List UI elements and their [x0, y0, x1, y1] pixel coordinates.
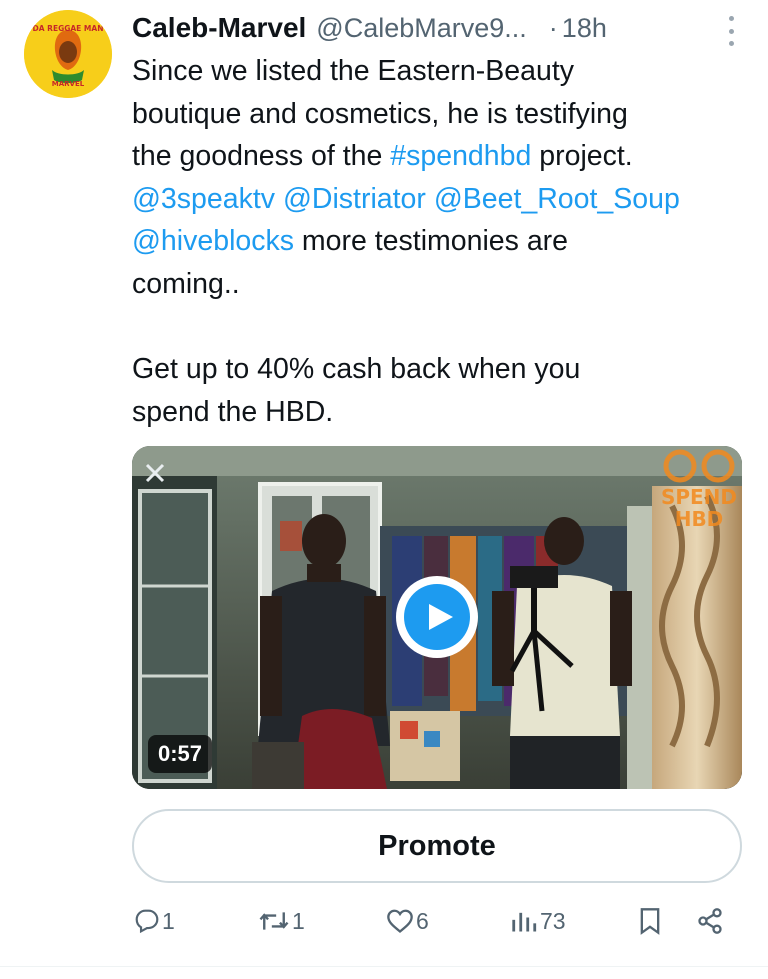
- tweet-text-segment: Since we listed the Eastern-Beauty: [132, 55, 574, 87]
- avatar-bottom-text: MARVEL: [52, 80, 85, 88]
- timestamp[interactable]: 18h: [562, 13, 607, 44]
- tweet-text-segment: Get up to 40% cash back when you: [132, 353, 581, 386]
- tweet-text-line: spend the HBD.: [132, 391, 752, 434]
- promote-button[interactable]: Promote: [132, 809, 742, 883]
- mention-link[interactable]: @3speaktv: [132, 183, 275, 215]
- tweet-text-line: coming..: [132, 263, 752, 306]
- hashtag-link[interactable]: #spendhbd: [390, 140, 531, 172]
- tweet-text-line: [132, 306, 752, 349]
- like-count: 6: [416, 907, 429, 934]
- author-handle[interactable]: @CalebMarve9...: [316, 13, 527, 44]
- play-button[interactable]: [396, 576, 478, 658]
- play-icon: [429, 604, 453, 630]
- retweet-button[interactable]: 1: [258, 896, 305, 946]
- tweet-header: Caleb-Marvel @CalebMarve9... · 18h: [132, 6, 744, 50]
- views-button[interactable]: 73: [510, 896, 566, 946]
- avatar-top-text: DA REGGAE MAN: [33, 24, 104, 33]
- tweet-text-line: the goodness of the #spendhbd project.: [132, 135, 752, 178]
- tweet-text-line: Get up to 40% cash back when you: [132, 348, 752, 391]
- views-count: 73: [540, 907, 566, 934]
- tweet-text-segment: spend the HBD.: [132, 395, 334, 428]
- tweet-text-line: @3speaktv @Distriator @Beet_Root_Soup: [132, 178, 752, 221]
- tweet: DA REGGAE MAN MARVEL Caleb-Marvel @Caleb…: [0, 0, 768, 979]
- heart-icon: [387, 909, 413, 933]
- tweet-text-segment: [275, 183, 283, 215]
- author-name[interactable]: Caleb-Marvel: [132, 12, 306, 44]
- bookmark-icon: [640, 908, 660, 935]
- tweet-text-line: @hiveblocks more testimonies are: [132, 220, 752, 263]
- tweet-text-segment: coming..: [132, 267, 240, 300]
- reply-count: 1: [162, 907, 175, 934]
- tweet-text-line: Since we listed the Eastern-Beauty: [132, 50, 752, 93]
- reply-button[interactable]: 1: [134, 896, 175, 946]
- share-button[interactable]: [696, 896, 724, 946]
- x-logo-icon: [145, 463, 165, 483]
- divider: [0, 966, 768, 967]
- tweet-text-segment: project.: [531, 140, 633, 173]
- tweet-text-segment: the goodness of the: [132, 140, 391, 173]
- share-icon: [698, 908, 722, 934]
- tweet-text-line: boutique and cosmetics, he is testifying: [132, 93, 752, 136]
- watermark-line-2: HBD: [675, 507, 724, 531]
- retweet-count: 1: [292, 907, 305, 934]
- mention-link[interactable]: @hiveblocks: [132, 225, 294, 257]
- tweet-text-segment: more testimonies are: [294, 225, 569, 258]
- avatar[interactable]: DA REGGAE MAN MARVEL: [24, 10, 112, 98]
- video-duration: 0:57: [148, 735, 213, 773]
- watermark-line-1: SPEND: [661, 485, 737, 509]
- tweet-text-segment: [426, 183, 434, 215]
- tweet-text: Since we listed the Eastern-Beauty boutiq…: [132, 50, 752, 433]
- separator-dot: ·: [548, 12, 558, 43]
- bookmark-button[interactable]: [638, 896, 662, 946]
- action-bar: 1 1 6 73: [132, 896, 744, 946]
- mention-link[interactable]: @Beet_Root_Soup: [434, 183, 680, 215]
- views-icon: [512, 912, 537, 932]
- avatar-image: DA REGGAE MAN MARVEL: [24, 10, 112, 98]
- video-player[interactable]: SPEND HBD 0:57: [132, 446, 742, 789]
- mention-link[interactable]: @Distriator: [283, 183, 426, 215]
- tweet-text-segment: boutique and cosmetics, he is testifying: [132, 97, 628, 130]
- more-options-icon[interactable]: [726, 16, 736, 46]
- like-button[interactable]: 6: [386, 896, 429, 946]
- retweet-icon: [259, 912, 289, 930]
- reply-icon: [135, 909, 159, 934]
